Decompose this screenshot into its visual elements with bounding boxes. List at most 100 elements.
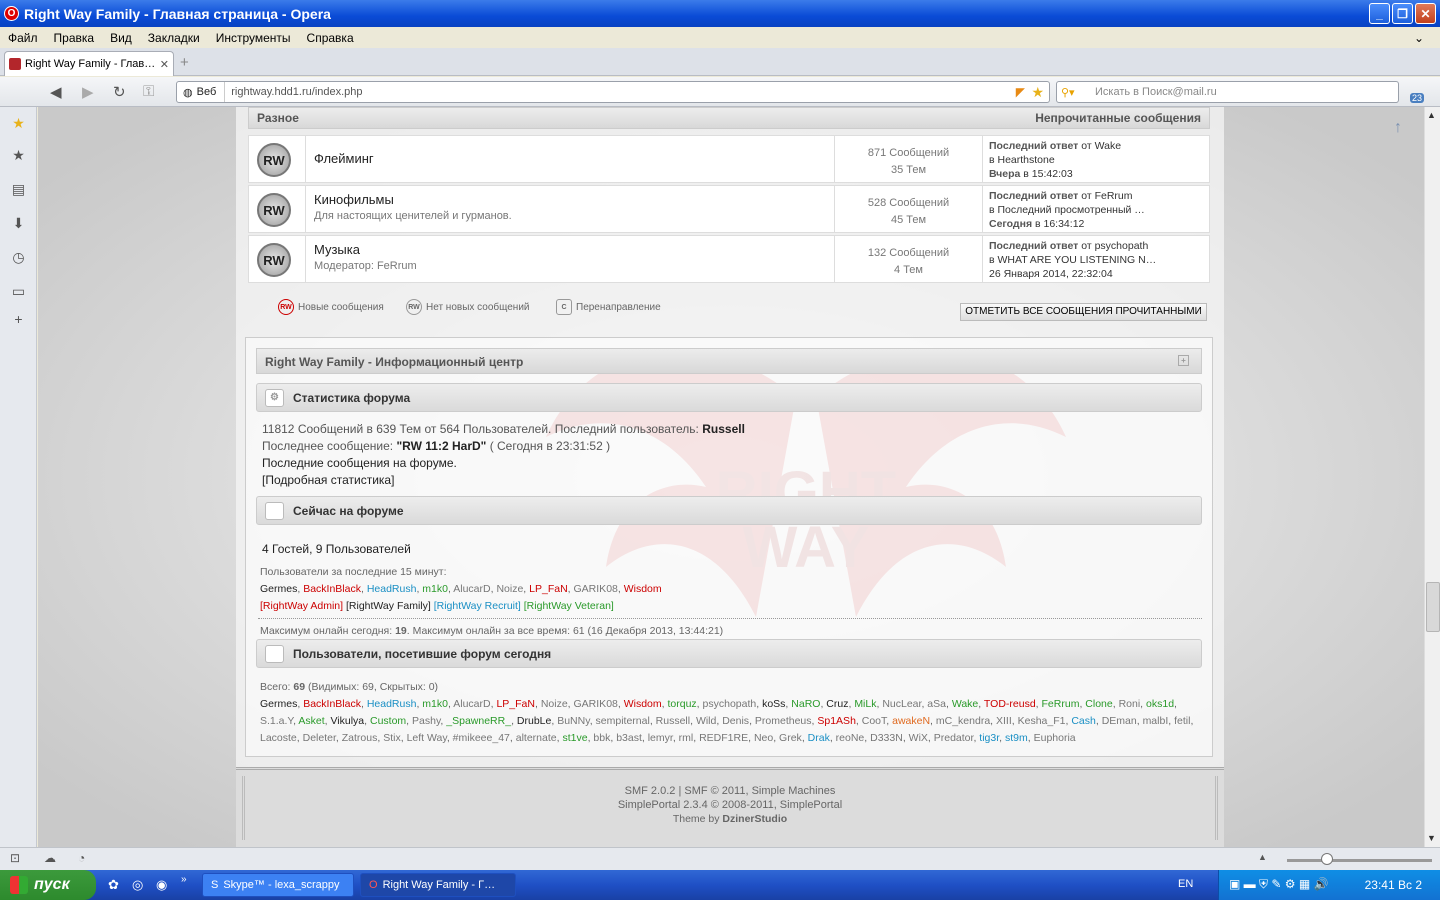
user-link[interactable]: REDF1RE bbox=[699, 732, 748, 744]
url-field[interactable]: ◍ Веб rightway.hdd1.ru/index.php ◤ ★ bbox=[176, 81, 1050, 103]
user-link[interactable]: m1k0 bbox=[422, 698, 448, 710]
user-link[interactable]: TOD-reusd bbox=[984, 698, 1036, 710]
board-name[interactable]: Кинофильмы bbox=[314, 192, 826, 207]
footer-simpleportal[interactable]: SimplePortal 2.3.4 © 2008-2011, SimplePo… bbox=[245, 798, 1215, 812]
tab-right-way-family[interactable]: Right Way Family - Глав… ✕ bbox=[4, 51, 174, 76]
user-link[interactable]: NucLear bbox=[882, 698, 921, 710]
user-link[interactable]: alternate bbox=[516, 732, 557, 744]
user-link[interactable]: Lacoste bbox=[260, 732, 297, 744]
last-post-topic[interactable]: в Последний просмотренный … bbox=[989, 203, 1205, 217]
user-link[interactable]: AlucarD bbox=[453, 698, 490, 710]
user-link[interactable]: Asket bbox=[298, 715, 324, 727]
unread-posts-link[interactable]: Непрочитанные сообщения bbox=[1035, 111, 1201, 125]
new-tab-icon[interactable]: + bbox=[180, 54, 189, 71]
user-link[interactable]: awakeN bbox=[892, 715, 930, 727]
add-panel-icon[interactable]: + bbox=[10, 311, 27, 328]
windows-icon[interactable]: ▭ bbox=[10, 283, 27, 300]
user-link[interactable]: BackInBlack bbox=[303, 698, 361, 710]
user-link[interactable]: [RightWay Admin] bbox=[260, 600, 343, 612]
user-link[interactable]: Germes bbox=[260, 583, 297, 595]
user-link[interactable]: Noize bbox=[541, 698, 568, 710]
user-link[interactable]: MiLk bbox=[854, 698, 876, 710]
user-link[interactable]: st9m bbox=[1005, 732, 1028, 744]
user-link[interactable]: Neo bbox=[754, 732, 773, 744]
user-link[interactable]: HeadRush bbox=[367, 583, 417, 595]
user-link[interactable]: Cash bbox=[1071, 715, 1096, 727]
board-name[interactable]: Музыка bbox=[314, 242, 826, 257]
search-icon[interactable]: ⚲▾ bbox=[1061, 86, 1075, 99]
last-post-topic[interactable]: в WHAT ARE YOU LISTENING N… bbox=[989, 253, 1205, 267]
user-link[interactable]: CooT bbox=[862, 715, 887, 727]
user-link[interactable]: Vikulya bbox=[330, 715, 364, 727]
user-link[interactable]: torquz bbox=[667, 698, 696, 710]
user-link[interactable]: _SpawneRR_ bbox=[446, 715, 511, 727]
user-link[interactable]: Wisdom bbox=[624, 698, 662, 710]
quicklaunch-icon[interactable]: ✿ bbox=[108, 877, 119, 893]
user-link[interactable]: Denis bbox=[722, 715, 749, 727]
quicklaunch-expand-icon[interactable]: » bbox=[181, 874, 187, 885]
downloads-icon[interactable]: ⬇ bbox=[10, 215, 27, 232]
menu-help[interactable]: Справка bbox=[299, 31, 362, 45]
scroll-down-icon[interactable]: ▼ bbox=[1427, 833, 1436, 843]
user-link[interactable]: aSa bbox=[927, 698, 946, 710]
user-link[interactable]: Clone bbox=[1085, 698, 1112, 710]
user-link[interactable]: m1k0 bbox=[422, 583, 448, 595]
search-input[interactable]: ⚲▾ Искать в Поиск@mail.ru bbox=[1056, 81, 1399, 103]
user-link[interactable]: LP_FaN bbox=[496, 698, 535, 710]
menu-edit[interactable]: Правка bbox=[46, 31, 103, 45]
user-link[interactable]: D333N bbox=[870, 732, 903, 744]
category-name[interactable]: Разное bbox=[257, 111, 299, 125]
user-link[interactable]: Left Way bbox=[407, 732, 447, 744]
language-indicator[interactable]: EN bbox=[1178, 878, 1193, 890]
user-link[interactable]: Custom bbox=[370, 715, 406, 727]
recent-posts-link[interactable]: Последние сообщения на форуме. bbox=[262, 456, 457, 470]
last-post-author[interactable]: от FeRrum bbox=[1081, 190, 1132, 202]
forward-icon[interactable]: ▶ bbox=[82, 83, 94, 101]
close-button[interactable]: ✕ bbox=[1415, 3, 1436, 24]
scroll-top-icon[interactable]: ↑ bbox=[1394, 119, 1402, 137]
last-post-topic[interactable]: в Hearthstone bbox=[989, 153, 1205, 167]
turbo-cloud-icon[interactable]: ☁ bbox=[44, 851, 56, 865]
user-link[interactable]: Cruz bbox=[826, 698, 848, 710]
user-link[interactable]: mC_kendra bbox=[936, 715, 990, 727]
user-link[interactable]: bbk bbox=[593, 732, 610, 744]
chrome-icon[interactable]: ◉ bbox=[156, 877, 167, 893]
scrollbar-thumb[interactable] bbox=[1426, 582, 1440, 632]
user-link[interactable]: reoNe bbox=[836, 732, 865, 744]
maximize-button[interactable]: ❐ bbox=[1392, 3, 1413, 24]
bookmarks-icon[interactable]: ★ bbox=[10, 147, 27, 164]
mail-count-badge[interactable]: 23 bbox=[1410, 93, 1425, 103]
footer-theme-author[interactable]: DzinerStudio bbox=[722, 813, 787, 825]
user-link[interactable]: LP_FaN bbox=[529, 583, 568, 595]
user-link[interactable]: Pashy bbox=[412, 715, 440, 727]
user-link[interactable]: #mikeee_47 bbox=[453, 732, 510, 744]
user-link[interactable]: GARIK08 bbox=[574, 698, 618, 710]
start-button[interactable]: пуск bbox=[0, 870, 96, 900]
footer-smf[interactable]: SMF 2.0.2 | SMF © 2011, Simple Machines bbox=[245, 784, 1215, 798]
user-link[interactable]: fetil bbox=[1174, 715, 1190, 727]
collapse-icon[interactable]: + bbox=[1178, 355, 1189, 366]
zoom-slider[interactable] bbox=[1287, 859, 1432, 862]
quicklaunch-icon[interactable]: ◎ bbox=[132, 877, 143, 893]
taskbar-item-opera[interactable]: O Right Way Family - Г… bbox=[360, 873, 516, 897]
latest-post-link[interactable]: "RW 11:2 HarD" bbox=[396, 439, 486, 453]
bookmark-star-icon[interactable]: ★ bbox=[1031, 84, 1044, 101]
user-link[interactable]: XIII bbox=[996, 715, 1012, 727]
user-link[interactable]: Deleter bbox=[303, 732, 336, 744]
user-link[interactable]: b3ast bbox=[616, 732, 642, 744]
chevron-down-icon[interactable]: ⌄ bbox=[1406, 31, 1432, 45]
mark-all-read-button[interactable]: ОТМЕТИТЬ ВСЕ СООБЩЕНИЯ ПРОЧИТАННЫМИ bbox=[960, 303, 1207, 321]
user-link[interactable]: Wisdom bbox=[624, 583, 662, 595]
user-link[interactable]: sempiternal bbox=[596, 715, 650, 727]
user-link[interactable]: Prometheus bbox=[755, 715, 812, 727]
speedometer-icon[interactable]: ◔ bbox=[78, 851, 85, 865]
user-link[interactable]: [RightWay Family] bbox=[346, 600, 431, 612]
board-name[interactable]: Флейминг bbox=[314, 151, 826, 166]
menu-file[interactable]: Файл bbox=[0, 31, 46, 45]
reload-icon[interactable]: ↻ bbox=[113, 83, 126, 101]
user-link[interactable]: [RightWay Recruit] bbox=[434, 600, 521, 612]
user-link[interactable]: tig3r bbox=[979, 732, 999, 744]
key-icon[interactable]: ⚿ bbox=[143, 83, 154, 100]
user-link[interactable]: GARIK08 bbox=[574, 583, 618, 595]
user-link[interactable]: Kesha_F1 bbox=[1018, 715, 1066, 727]
